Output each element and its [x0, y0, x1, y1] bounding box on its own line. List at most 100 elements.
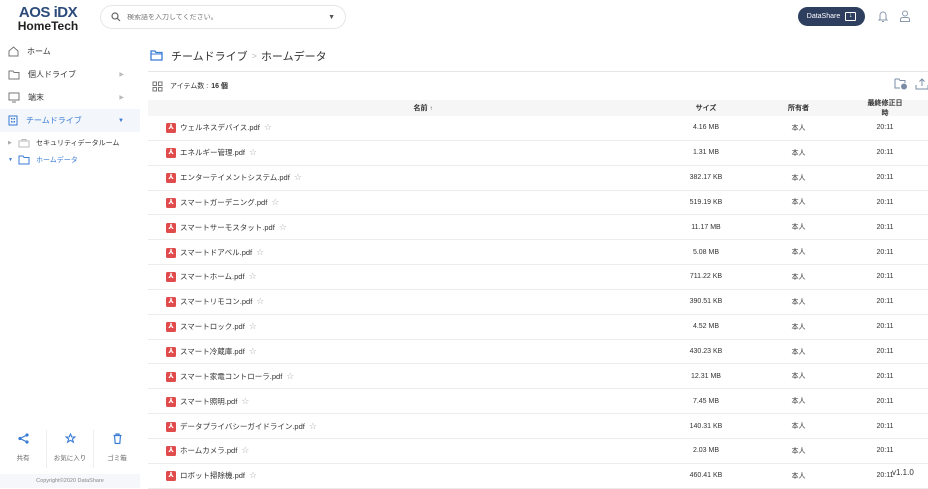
- file-name[interactable]: データプライバシーガイドライン.pdf: [180, 422, 305, 431]
- file-name[interactable]: スマートリモコン.pdf: [180, 297, 252, 306]
- table-row[interactable]: ⅄ データプライバシーガイドライン.pdf ☆ 140.31 KB 本人 20:11: [148, 414, 928, 439]
- table-row[interactable]: ⅄ スマートホーム.pdf ☆ 711.22 KB 本人 20:11: [148, 265, 928, 290]
- file-modified-time: 20:11: [876, 298, 894, 306]
- sidebar-item-personal-drive[interactable]: 個人ドライブ ▶: [0, 63, 140, 86]
- sidebar-item-team-drive[interactable]: チームドライブ ▼: [0, 109, 140, 132]
- table-row[interactable]: ⅄ ウェルネスデバイス.pdf ☆ 4.16 MB 本人 20:11: [148, 116, 928, 141]
- file-name-cell: ⅄ スマートドアベル.pdf ☆: [148, 247, 680, 258]
- share-button[interactable]: 共有: [0, 430, 47, 468]
- file-name[interactable]: スマートドアベル.pdf: [180, 248, 252, 257]
- search-input[interactable]: [127, 13, 329, 21]
- star-icon[interactable]: ☆: [241, 445, 249, 455]
- file-size: 140.31 KB: [689, 422, 723, 430]
- table-row[interactable]: ⅄ スマート照明.pdf ☆ 7.45 MB 本人 20:11: [148, 389, 928, 415]
- sort-arrow-icon: ↑: [429, 106, 433, 112]
- expand-icon[interactable]: ▶: [8, 140, 18, 146]
- pdf-file-icon: ⅄: [166, 396, 176, 407]
- file-name[interactable]: スマートホーム.pdf: [180, 272, 245, 281]
- bell-icon[interactable]: [876, 9, 890, 23]
- column-header-name[interactable]: 名前 ↑: [148, 103, 680, 113]
- table-row[interactable]: ⅄ エネルギー管理.pdf ☆ 1.31 MB 本人 20:11: [148, 141, 928, 166]
- table-row[interactable]: ⅄ スマートガーデニング.pdf ☆ 519.19 KB 本人 20:11: [148, 191, 928, 216]
- new-folder-icon[interactable]: [894, 78, 908, 90]
- search-options-dropdown-icon[interactable]: ▼: [328, 14, 335, 21]
- file-name[interactable]: エンターテイメントシステム.pdf: [180, 173, 290, 182]
- file-modified-time: 20:11: [876, 198, 894, 206]
- table-row[interactable]: ⅄ スマートドアベル.pdf ☆ 5.08 MB 本人 20:11: [148, 240, 928, 266]
- file-name[interactable]: ホームカメラ.pdf: [180, 446, 237, 455]
- file-owner: 本人: [791, 398, 806, 406]
- table-header: 名前 ↑ サイズ 所有者 最終修正日時: [148, 98, 928, 118]
- table-row[interactable]: ⅄ スマートリモコン.pdf ☆ 390.51 KB 本人 20:11: [148, 290, 928, 315]
- star-icon[interactable]: ☆: [249, 321, 257, 331]
- table-row[interactable]: ⅄ スマートロック.pdf ☆ 4.52 MB 本人 20:11: [148, 315, 928, 340]
- file-size: 519.19 KB: [689, 198, 723, 206]
- file-size: 430.23 KB: [689, 348, 723, 356]
- column-header-modified[interactable]: 最終修正日時: [865, 98, 905, 118]
- sidebar-item-home[interactable]: ホーム: [0, 40, 140, 63]
- table-row[interactable]: ⅄ エンターテイメントシステム.pdf ☆ 382.17 KB 本人 20:11: [148, 166, 928, 191]
- star-icon[interactable]: ☆: [294, 172, 302, 182]
- upload-icon[interactable]: [915, 78, 928, 90]
- file-name-cell: ⅄ ホームカメラ.pdf ☆: [148, 445, 680, 457]
- file-modified-time: 20:11: [876, 149, 894, 157]
- datashare-button[interactable]: DataShare ↓: [798, 7, 865, 26]
- user-icon[interactable]: [898, 9, 912, 23]
- folder-icon: [18, 155, 30, 164]
- star-icon[interactable]: ☆: [279, 222, 287, 232]
- star-icon[interactable]: ☆: [271, 197, 279, 207]
- star-icon[interactable]: ☆: [286, 371, 294, 381]
- file-name[interactable]: ロボット掃除機.pdf: [180, 471, 245, 480]
- star-icon[interactable]: ☆: [264, 122, 272, 132]
- grid-view-icon[interactable]: [152, 81, 163, 92]
- table-row[interactable]: ⅄ スマートサーモスタット.pdf ☆ 11.17 MB 本人 20:11: [148, 215, 928, 241]
- star-icon[interactable]: ☆: [256, 296, 264, 306]
- file-owner: 本人: [791, 472, 806, 480]
- tree-item-security-data-room[interactable]: ▶ セキュリティデータルーム: [0, 134, 140, 151]
- file-modified-time: 20:11: [876, 223, 894, 231]
- file-name[interactable]: スマートガーデニング.pdf: [180, 198, 267, 207]
- table-row[interactable]: ⅄ ホームカメラ.pdf ☆ 2.03 MB 本人 20:11: [148, 439, 928, 464]
- star-icon[interactable]: ☆: [241, 396, 249, 406]
- file-name[interactable]: スマート冷蔵庫.pdf: [180, 347, 245, 356]
- collapse-icon[interactable]: ▼: [8, 157, 18, 163]
- column-header-size[interactable]: サイズ: [680, 103, 732, 113]
- sidebar-item-devices[interactable]: 端末 ▶: [0, 86, 140, 109]
- building-icon: [8, 115, 18, 126]
- home-icon: [8, 46, 19, 57]
- file-size: 5.08 MB: [692, 248, 720, 256]
- file-name[interactable]: スマート家電コントローラ.pdf: [180, 372, 282, 381]
- star-icon[interactable]: ☆: [249, 346, 257, 356]
- star-icon[interactable]: ☆: [256, 247, 264, 257]
- star-icon[interactable]: ☆: [249, 470, 257, 480]
- breadcrumb-team-drive[interactable]: チームドライブ: [171, 48, 248, 64]
- version-label: v1.1.0: [892, 468, 914, 477]
- table-row[interactable]: ⅄ スマート冷蔵庫.pdf ☆ 430.23 KB 本人 20:11: [148, 340, 928, 365]
- file-size: 4.52 MB: [692, 323, 720, 331]
- star-icon[interactable]: ☆: [249, 271, 257, 281]
- file-name-cell: ⅄ スマートガーデニング.pdf ☆: [148, 197, 680, 208]
- file-size: 382.17 KB: [689, 174, 723, 182]
- table-row[interactable]: ⅄ スマート家電コントローラ.pdf ☆ 12.31 MB 本人 20:11: [148, 364, 928, 390]
- table-row[interactable]: ⅄ ロボット掃除機.pdf ☆ 460.41 KB 本人 20:11: [148, 464, 928, 489]
- search-icon: [111, 12, 121, 22]
- pdf-file-icon: ⅄: [166, 371, 176, 382]
- file-name[interactable]: ウェルネスデバイス.pdf: [180, 123, 260, 132]
- search-bar: ▼: [100, 5, 346, 29]
- tree-item-home-data[interactable]: ▼ ホームデータ: [0, 151, 140, 168]
- file-name[interactable]: スマートサーモスタット.pdf: [180, 223, 275, 232]
- file-name[interactable]: スマートロック.pdf: [180, 322, 245, 331]
- logo[interactable]: AOS iDX HomeTech: [16, 5, 80, 33]
- favorites-button[interactable]: お気に入り: [47, 430, 94, 468]
- file-name-cell: ⅄ エネルギー管理.pdf ☆: [148, 147, 680, 159]
- file-name[interactable]: スマート照明.pdf: [180, 397, 237, 406]
- star-icon[interactable]: ☆: [249, 147, 257, 157]
- star-icon[interactable]: ☆: [309, 421, 317, 431]
- pdf-file-icon: ⅄: [166, 173, 176, 184]
- column-header-owner[interactable]: 所有者: [732, 103, 865, 113]
- file-owner: 本人: [791, 273, 806, 281]
- share-icon: [17, 433, 29, 444]
- file-owner: 本人: [791, 423, 806, 431]
- trash-button[interactable]: ゴミ箱: [94, 430, 140, 468]
- file-name[interactable]: エネルギー管理.pdf: [180, 148, 245, 157]
